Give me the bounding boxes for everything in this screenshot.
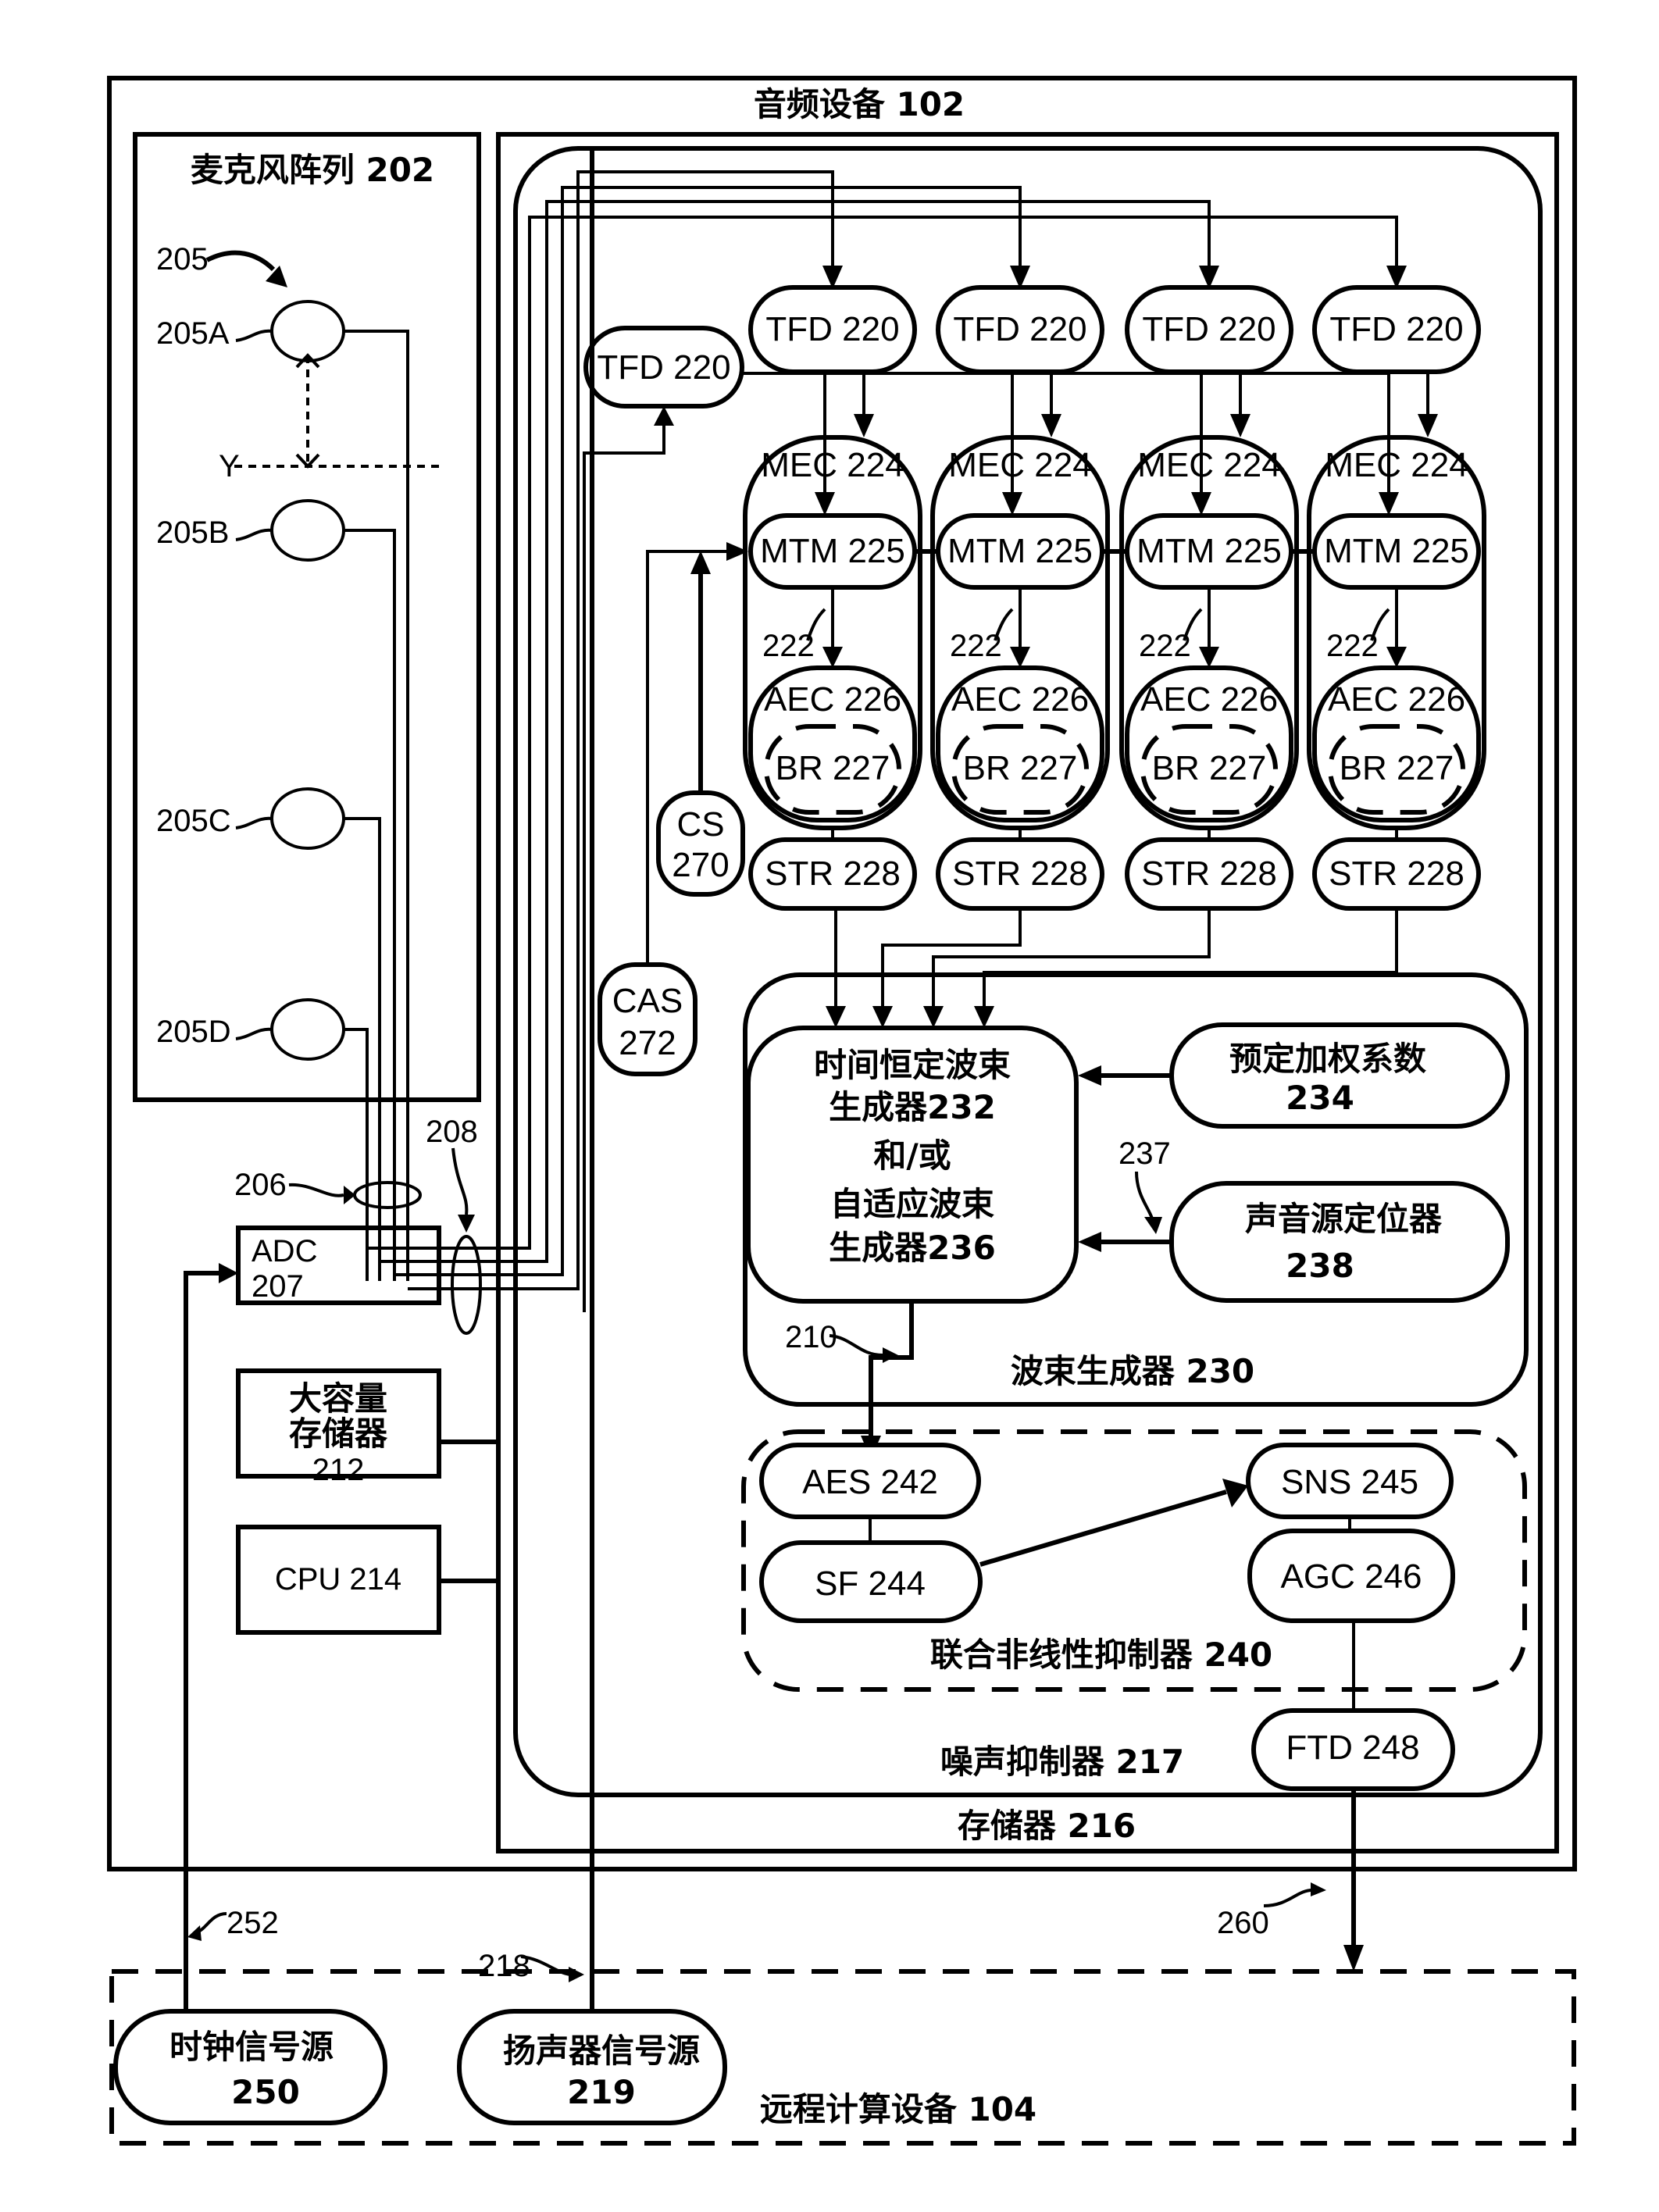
microphone-label: 205D	[156, 1015, 231, 1049]
microphone-label: 205B	[156, 516, 229, 550]
mic-array-frame	[133, 132, 481, 1102]
beamformer-main-line3: 和/或	[873, 1136, 951, 1175]
clock-source-ref: 250	[231, 2073, 300, 2111]
microphone-205d	[270, 998, 345, 1061]
bus-208-ref: 208	[426, 1115, 478, 1149]
channel-3-tfd-label: TFD 220	[1142, 310, 1275, 348]
adc-ref: 207	[252, 1269, 304, 1304]
channel-1-ref-222: 222	[762, 629, 815, 663]
mass-storage-line1: 大容量	[289, 1379, 387, 1418]
nonlinear-label: 联合非线性抑制器 240	[930, 1636, 1272, 1674]
ref-237: 237	[1118, 1136, 1171, 1171]
noise-suppressor-label: 噪声抑制器 217	[940, 1743, 1184, 1781]
channel-1-mtm-label: MTM 225	[760, 532, 905, 570]
channel-4-br-label: BR 227	[1340, 749, 1454, 787]
microphone-label: 205A	[156, 316, 230, 351]
channel-1-mec-label: MEC 224	[761, 446, 904, 484]
ref-218: 218	[478, 1949, 530, 1983]
cas-ref: 272	[619, 1024, 676, 1062]
channel-1-br-label: BR 227	[776, 749, 890, 787]
beamformer-main-line1: 时间恒定波束	[814, 1046, 1011, 1084]
beamformer-main-line5: 生成器236	[829, 1229, 996, 1267]
speaker-source-ref: 219	[567, 2073, 636, 2111]
channel-3-mtm-label: MTM 225	[1136, 532, 1282, 570]
cs-ref: 270	[672, 846, 729, 884]
channel-4-mtm-label: MTM 225	[1324, 532, 1469, 570]
aes-label: AES 242	[802, 1463, 938, 1501]
speaker-source-label: 扬声器信号源	[503, 2032, 700, 2070]
channel-3-ref-222: 222	[1139, 629, 1191, 663]
channel-3-str-label: STR 228	[1141, 854, 1277, 893]
tfd-left-label: TFD 220	[597, 348, 730, 387]
locator-ref: 238	[1286, 1247, 1354, 1285]
channel-columns: TFD 220 MEC 224 MTM 225 AEC 226 BR 227 STR 22…	[646, 285, 1486, 1028]
channel-3-br-label: BR 227	[1152, 749, 1267, 787]
ref-260: 260	[1217, 1906, 1269, 1940]
channel-4-mec-label: MEC 224	[1325, 446, 1468, 484]
microphone-205a	[270, 300, 345, 362]
channel-2-aec-label: AEC 226	[951, 680, 1089, 719]
channel-1-str-label: STR 228	[765, 854, 901, 893]
audio-device-block-diagram: 音频设备 102 麦克风阵列 202 存储器 216 噪声抑制器 217 205…	[107, 76, 1577, 2146]
weights-label: 预定加权系数	[1229, 1040, 1426, 1078]
ftd-label: FTD 248	[1286, 1729, 1419, 1767]
microphone-label: 205C	[156, 804, 231, 838]
microphone-205c	[270, 787, 345, 850]
bus-206-oval	[353, 1181, 422, 1209]
cpu-label: CPU 214	[275, 1562, 401, 1597]
agc-label: AGC 246	[1281, 1557, 1422, 1596]
channel-4-str-label: STR 228	[1329, 854, 1465, 893]
channel-2-ref-222: 222	[950, 629, 1002, 663]
mic-array-label: 麦克风阵列 202	[191, 151, 434, 189]
channel-2-mec-label: MEC 224	[948, 446, 1091, 484]
ref-252: 252	[227, 1906, 279, 1940]
mic-group-ref: 205	[156, 242, 209, 276]
bus-206-ref: 206	[234, 1168, 287, 1202]
sf-label: SF 244	[815, 1564, 926, 1603]
bus-208-oval	[451, 1235, 482, 1335]
channel-2-br-label: BR 227	[963, 749, 1078, 787]
cs-label: CS	[676, 805, 724, 844]
channel-4-aec-label: AEC 226	[1328, 680, 1465, 719]
mass-storage-line2: 存储器	[289, 1415, 388, 1453]
microphone-205b	[270, 499, 345, 562]
sns-label: SNS 245	[1281, 1463, 1418, 1501]
beamformer-main-line4: 自适应波束	[830, 1185, 994, 1223]
microphone-group: 205A 205B 205C 205D	[156, 300, 409, 1281]
memory-label: 存储器 216	[958, 1807, 1136, 1845]
beamformer-main-line2: 生成器232	[829, 1088, 996, 1126]
channel-2-tfd-label: TFD 220	[953, 310, 1086, 348]
channel-2-mtm-label: MTM 225	[947, 532, 1093, 570]
channel-4-ref-222: 222	[1326, 629, 1379, 663]
channel-1-tfd-label: TFD 220	[765, 310, 899, 348]
weights-ref: 234	[1286, 1079, 1354, 1117]
remote-device-label: 远程计算设备 104	[760, 2090, 1036, 2128]
channel-3-aec-label: AEC 226	[1140, 680, 1278, 719]
adc-label: ADC	[252, 1234, 317, 1268]
channel-3-mec-label: MEC 224	[1137, 446, 1280, 484]
channel-4-tfd-label: TFD 220	[1329, 310, 1463, 348]
channel-2-str-label: STR 228	[952, 854, 1088, 893]
clock-source-label: 时钟信号源	[169, 2028, 334, 2066]
mass-storage-ref: 212	[312, 1453, 365, 1487]
cas-label: CAS	[612, 982, 683, 1020]
spacing-label: Y	[219, 449, 240, 483]
audio-device-label: 音频设备 102	[754, 85, 965, 123]
beamformer-label: 波束生成器 230	[1011, 1352, 1254, 1390]
ref-210: 210	[785, 1320, 837, 1354]
channel-1-aec-label: AEC 226	[764, 680, 901, 719]
locator-label: 声音源定位器	[1245, 1200, 1443, 1238]
